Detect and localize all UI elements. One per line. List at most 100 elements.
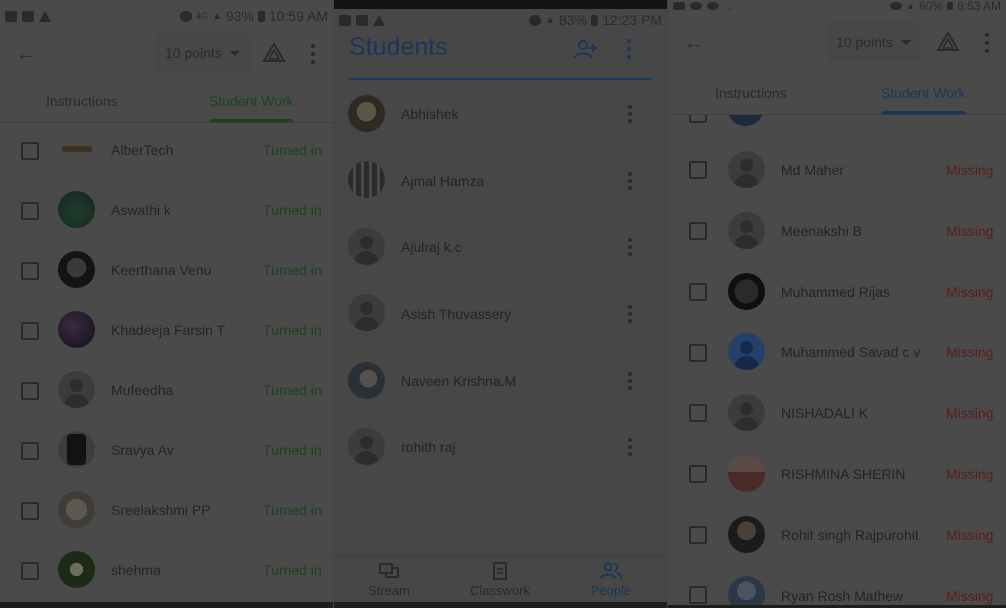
student-row[interactable]: Rohit singh Rajpurohit Missing bbox=[668, 505, 1006, 565]
student-row[interactable]: Muhammed Rijas Missing bbox=[668, 262, 1006, 322]
student-name: Abhishek bbox=[401, 106, 459, 122]
student-row[interactable]: Ajulraj k.c bbox=[334, 217, 667, 277]
more-options-icon[interactable] bbox=[310, 44, 316, 64]
signal-icon: ▲ bbox=[906, 1, 915, 11]
app-bar: ← 10 points bbox=[0, 31, 333, 75]
select-checkbox[interactable] bbox=[689, 283, 707, 301]
select-checkbox[interactable] bbox=[21, 382, 39, 400]
back-arrow-icon[interactable]: ← bbox=[14, 41, 38, 65]
tab-student-work[interactable]: Student Work bbox=[881, 72, 966, 114]
section-title: Students bbox=[349, 33, 448, 61]
avatar bbox=[348, 294, 385, 331]
image-icon bbox=[673, 2, 685, 10]
student-row[interactable]: Muhammed Savad c v Missing bbox=[668, 322, 1006, 382]
student-row[interactable]: Abhishek bbox=[334, 83, 667, 143]
select-checkbox[interactable] bbox=[689, 115, 707, 123]
more-options-icon[interactable] bbox=[626, 39, 632, 59]
select-checkbox[interactable] bbox=[689, 526, 707, 544]
student-options-icon[interactable] bbox=[627, 372, 633, 390]
student-name: Muhammed Savad c v bbox=[781, 344, 921, 360]
student-options-icon[interactable] bbox=[627, 305, 633, 323]
alarm-icon bbox=[529, 14, 542, 26]
nav-label: People bbox=[590, 583, 632, 598]
more-options-icon[interactable] bbox=[984, 33, 990, 53]
dropdown-arrow-icon bbox=[229, 50, 240, 56]
submission-status: Missing bbox=[946, 284, 994, 300]
drive-icon[interactable] bbox=[936, 30, 960, 54]
student-row[interactable]: Mufeedha Turned in bbox=[0, 360, 333, 420]
tab-bar: Instructions Student Work bbox=[0, 80, 333, 123]
avatar bbox=[728, 576, 765, 608]
student-options-icon[interactable] bbox=[627, 172, 633, 190]
student-row[interactable]: Md Maher Missing bbox=[668, 140, 1006, 200]
nav-stream[interactable]: Stream bbox=[344, 562, 434, 598]
battery-percent: 83% bbox=[559, 12, 588, 28]
notification-icon bbox=[5, 10, 17, 22]
student-row[interactable]: Khadeeja Farsin T Turned in bbox=[0, 300, 333, 360]
drive-icon[interactable] bbox=[262, 41, 286, 65]
student-row[interactable]: shehma Turned in bbox=[0, 540, 333, 600]
assignment-student-work-panel-3: ... ▲ 60% 8:53 AM ← 10 points Instructio… bbox=[668, 0, 1006, 608]
select-checkbox[interactable] bbox=[21, 142, 39, 160]
nav-classwork[interactable]: Classwork bbox=[455, 562, 545, 598]
points-dropdown[interactable]: 10 points bbox=[826, 22, 921, 62]
student-row[interactable]: Keerthana Venu Turned in bbox=[0, 240, 333, 300]
points-label: 10 points bbox=[836, 34, 893, 50]
student-name: Muhammed Rijas bbox=[781, 284, 890, 300]
avatar bbox=[348, 428, 385, 465]
battery-icon bbox=[257, 10, 265, 22]
select-checkbox[interactable] bbox=[21, 262, 39, 280]
submission-status: Missing bbox=[946, 344, 994, 360]
student-row[interactable]: Ryan Rosh Mathew Missing bbox=[668, 565, 1006, 608]
check-icon bbox=[707, 2, 719, 10]
select-checkbox[interactable] bbox=[21, 502, 39, 520]
image-icon bbox=[22, 10, 34, 22]
student-name: Ajmal Hamza bbox=[401, 173, 485, 189]
student-name: Khadeeja Farsin T bbox=[111, 322, 226, 338]
student-row[interactable]: Naveen Krishna.M bbox=[334, 350, 667, 410]
student-row[interactable]: rohith raj bbox=[334, 416, 667, 476]
select-checkbox[interactable] bbox=[21, 442, 39, 460]
student-options-icon[interactable] bbox=[627, 105, 633, 123]
select-checkbox[interactable] bbox=[21, 202, 39, 220]
student-row[interactable]: AlberTech Turned in bbox=[0, 120, 333, 180]
submission-status: Turned in bbox=[263, 502, 322, 518]
student-row[interactable]: Asish Thuvassery bbox=[334, 283, 667, 343]
tab-label: Instructions bbox=[46, 93, 118, 109]
select-checkbox[interactable] bbox=[689, 404, 707, 422]
avatar bbox=[58, 251, 95, 288]
network-type: 4G bbox=[195, 11, 208, 21]
tab-student-work[interactable]: Student Work bbox=[209, 80, 294, 122]
student-row[interactable]: NISHADALI K Missing bbox=[668, 383, 1006, 443]
student-row[interactable]: RISHMINA SHERIN Missing bbox=[668, 444, 1006, 504]
tab-instructions[interactable]: Instructions bbox=[715, 72, 787, 114]
alert-icon bbox=[39, 10, 51, 22]
student-row[interactable]: Sreelakshmi PP Turned in bbox=[0, 480, 333, 540]
select-checkbox[interactable] bbox=[689, 586, 707, 604]
student-row[interactable]: Aswathi k Turned in bbox=[0, 180, 333, 240]
select-checkbox[interactable] bbox=[689, 222, 707, 240]
select-checkbox[interactable] bbox=[689, 344, 707, 362]
select-checkbox[interactable] bbox=[689, 465, 707, 483]
student-options-icon[interactable] bbox=[627, 438, 633, 456]
student-name: shehma bbox=[111, 562, 161, 578]
alert-icon bbox=[373, 14, 385, 26]
avatar bbox=[58, 551, 95, 588]
nav-people[interactable]: People bbox=[566, 562, 656, 598]
dropdown-arrow-icon bbox=[900, 39, 911, 45]
back-arrow-icon[interactable]: ← bbox=[682, 30, 706, 54]
student-options-icon[interactable] bbox=[627, 238, 633, 256]
select-checkbox[interactable] bbox=[21, 562, 39, 580]
add-student-icon[interactable] bbox=[574, 38, 598, 60]
student-row[interactable]: Sravya Av Turned in bbox=[0, 420, 333, 480]
points-dropdown[interactable]: 10 points bbox=[155, 33, 250, 73]
select-checkbox[interactable] bbox=[689, 161, 707, 179]
battery-percent: 93% bbox=[225, 8, 254, 24]
avatar bbox=[728, 212, 765, 249]
student-row[interactable]: Meenakshi B Missing bbox=[668, 201, 1006, 261]
select-checkbox[interactable] bbox=[21, 322, 39, 340]
student-name: Mufeedha bbox=[111, 382, 174, 398]
student-row[interactable]: Ajmal Hamza bbox=[334, 150, 667, 210]
submission-status: Turned in bbox=[263, 442, 322, 458]
tab-instructions[interactable]: Instructions bbox=[46, 80, 118, 122]
